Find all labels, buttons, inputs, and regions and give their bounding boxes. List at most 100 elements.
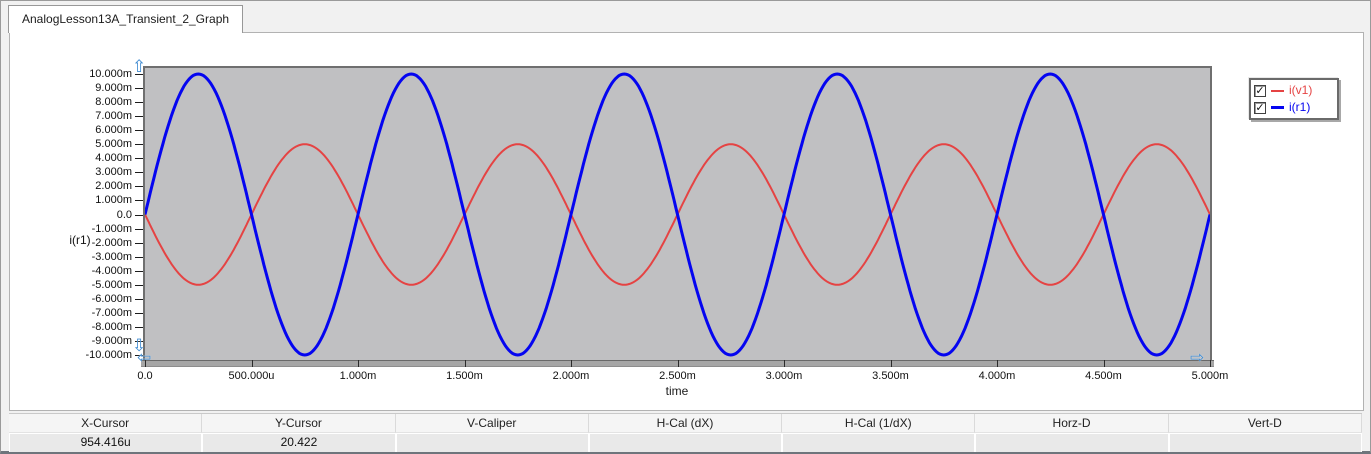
x-tick-label: 0.0 (137, 370, 153, 382)
y-tick-label: 2.000m (95, 180, 132, 193)
y-tick-label: -8.000m (91, 320, 132, 333)
y-tick-label: 3.000m (95, 166, 132, 179)
status-header: X-Cursor (9, 414, 203, 433)
x-tick-mark (358, 360, 359, 367)
y-tick-mark (135, 130, 143, 132)
legend-row-ir1: ✓ i(r1) (1254, 99, 1334, 116)
y-tick-label: -4.000m (91, 264, 132, 277)
y-tick-label: 5.000m (95, 138, 132, 151)
y-tick-label: 7.000m (95, 110, 132, 123)
series-curve-i(r1) (145, 72, 1210, 357)
x-tick-label: 5.000m (1191, 370, 1229, 382)
legend-label-iv1: i(v1) (1289, 83, 1313, 97)
tab-title: AnalogLesson13A_Transient_2_Graph (22, 12, 230, 26)
y-tick-mark (135, 256, 143, 258)
y-tick-label: -3.000m (91, 250, 132, 263)
cursor-status-bar: X-Cursor 954.416u Y-Cursor 20.422 V-Caliper H… (9, 413, 1362, 452)
x-tick-mark (784, 360, 785, 367)
status-column-V-Caliper: V-Caliper (395, 414, 589, 452)
y-tick-label: -9.000m (91, 334, 132, 347)
status-header: V-Caliper (395, 414, 589, 433)
graph-window: AnalogLesson13A_Transient_2_Graph i(r1) … (0, 0, 1371, 454)
y-tick-mark (135, 228, 143, 230)
status-value (976, 434, 1168, 452)
y-tick-mark (135, 326, 143, 328)
status-value (783, 434, 975, 452)
x-tick-mark (997, 360, 998, 367)
y-tick-label: 1.000m (95, 194, 132, 207)
status-column-X-Cursor: X-Cursor 954.416u (9, 414, 203, 452)
status-value (396, 434, 588, 452)
y-tick-label: -5.000m (91, 278, 132, 291)
x-tick-label: 2.500m (659, 370, 696, 382)
y-tick-mark (135, 298, 143, 300)
y-tick-mark (135, 158, 143, 160)
y-tick-mark (135, 102, 143, 104)
x-tick-mark (571, 360, 572, 367)
tab-graph[interactable]: AnalogLesson13A_Transient_2_Graph (8, 5, 244, 33)
status-header: H-Cal (1/dX) (782, 414, 976, 433)
status-header: Y-Cursor (202, 414, 396, 433)
x-tick-label: 3.500m (872, 370, 909, 382)
x-axis-title: time (665, 384, 689, 398)
status-column-Y-Cursor: Y-Cursor 20.422 (202, 414, 396, 452)
checkbox-iv1[interactable]: ✓ (1254, 84, 1266, 97)
y-tick-label: 6.000m (95, 124, 132, 137)
pan-up-arrow-icon[interactable]: ⇧ (132, 59, 146, 76)
status-column-H-Cal (1/dX): H-Cal (1/dX) (782, 414, 976, 452)
y-tick-mark (135, 214, 143, 216)
y-tick-label: 0.0 (116, 208, 132, 221)
status-value: 20.422 (203, 434, 395, 452)
x-tick-label: 2.000m (552, 370, 590, 382)
legend-label-ir1: i(r1) (1289, 100, 1311, 114)
x-tick-label: 1.000m (339, 370, 377, 382)
x-tick-label: 4.500m (1085, 370, 1122, 382)
status-column-Vert-D: Vert-D (1168, 414, 1362, 452)
legend-dash-iv1 (1271, 89, 1284, 92)
legend: ✓ i(v1) ✓ i(r1) (1249, 78, 1339, 120)
pan-right-arrow-icon[interactable]: ⇨ (1190, 350, 1204, 367)
y-tick-mark (135, 116, 143, 118)
checkbox-ir1[interactable]: ✓ (1254, 101, 1266, 114)
y-tick-label: -7.000m (91, 306, 132, 319)
y-tick-label: 9.000m (95, 82, 132, 94)
legend-dash-ir1 (1271, 106, 1284, 109)
y-tick-mark (135, 186, 143, 188)
status-column-H-Cal (dX): H-Cal (dX) (588, 414, 783, 452)
x-tick-label: 1.500m (446, 370, 483, 382)
plot-area[interactable] (143, 66, 1212, 360)
x-tick-mark (464, 360, 466, 367)
y-tick-label: -6.000m (91, 292, 132, 305)
y-tick-label: 10.000m (89, 68, 132, 80)
status-value (589, 434, 782, 452)
status-column-Horz-D: Horz-D (975, 414, 1169, 452)
y-tick-mark (135, 284, 143, 286)
x-tick-mark (890, 360, 892, 367)
y-tick-mark (135, 242, 143, 244)
plot-panel: i(r1) 10.000m 9.000m 8.000m 7.000m 6.000m 5.0… (9, 32, 1364, 411)
x-tick-mark (1103, 360, 1105, 367)
pan-left-arrow-icon[interactable]: ⇦ (137, 350, 151, 367)
status-value: 954.416u (10, 434, 202, 452)
x-tick-label: 3.000m (765, 370, 803, 382)
y-tick-mark (135, 270, 143, 272)
x-tick-mark (677, 360, 679, 367)
y-tick-mark (135, 88, 143, 89)
x-tick-mark (1210, 360, 1211, 367)
status-header: Horz-D (975, 414, 1169, 433)
status-header: Vert-D (1168, 414, 1362, 433)
y-tick-mark (135, 144, 143, 146)
y-tick-mark (135, 172, 143, 174)
legend-row-iv1: ✓ i(v1) (1254, 82, 1334, 99)
status-value (1169, 434, 1361, 452)
y-tick-label: 4.000m (95, 152, 132, 165)
x-tick-label: 4.000m (978, 370, 1016, 382)
y-tick-label: 8.000m (95, 96, 132, 109)
y-tick-label: -2.000m (91, 236, 132, 249)
x-tick-label: 500.000u (228, 370, 275, 382)
y-tick-mark (135, 200, 143, 202)
waveform-canvas (145, 72, 1210, 357)
y-tick-label: -10.000m (85, 349, 132, 361)
y-tick-label: -1.000m (91, 222, 132, 235)
x-tick-mark (251, 360, 253, 367)
